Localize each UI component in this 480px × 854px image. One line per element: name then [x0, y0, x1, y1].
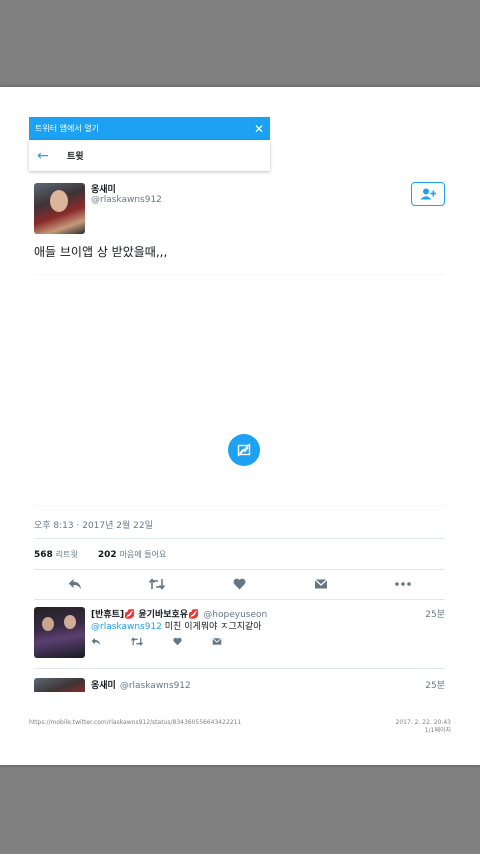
direct-message-icon[interactable]: [212, 637, 222, 646]
print-page: 트위터 앱에서 열기 ✕ ← 트윗 옹새미 @rlaskawns912 애들 브…: [0, 87, 480, 765]
reply-time: 25분: [425, 610, 445, 620]
print-footer-url: https://mobile.twitter.com/rlaskawns912/…: [29, 719, 242, 726]
retweet-label[interactable]: 리트윗: [56, 549, 78, 560]
open-in-app-banner[interactable]: 트위터 앱에서 열기 ✕: [29, 117, 270, 140]
list-item[interactable]: [반휴트]💋 윤기바보호유💋 @hopeyuseon 25분 @rlaskawns…: [34, 607, 445, 667]
divider: [34, 668, 445, 669]
retweet-count[interactable]: 568: [34, 550, 53, 560]
reply-author-handle[interactable]: @rlaskawns912: [120, 681, 191, 691]
follow-button[interactable]: [411, 182, 445, 206]
print-date: 2017. 2. 22. 20:43: [395, 719, 451, 726]
reply-author[interactable]: 옹새미 @rlaskawns912: [91, 678, 191, 691]
reply-text: @rlaskawns912 미친 이게뭐야 ㅈ그지같아: [91, 619, 262, 632]
retweet-icon[interactable]: [131, 637, 143, 646]
heart-icon[interactable]: [173, 637, 182, 646]
divider: [34, 569, 445, 570]
reply-icon[interactable]: [68, 578, 82, 590]
retweet-icon[interactable]: [149, 578, 166, 590]
reply-author-name[interactable]: 옹새미: [91, 681, 116, 691]
divider: [34, 538, 445, 539]
reply-mention[interactable]: @rlaskawns912: [91, 622, 162, 632]
heart-icon[interactable]: [233, 578, 246, 590]
direct-message-icon[interactable]: [314, 578, 328, 590]
page-title: 트윗: [67, 152, 84, 162]
avatar[interactable]: [34, 678, 85, 692]
reply-body: 미친 이게뭐야 ㅈ그지같아: [161, 622, 262, 632]
reply-action-bar: [91, 637, 222, 646]
page-number: 1/1페이지: [424, 727, 451, 735]
reply-time: 25분: [425, 681, 445, 691]
list-item[interactable]: 옹새미 @rlaskawns912 25분: [34, 678, 445, 692]
reply-icon[interactable]: [91, 637, 101, 646]
tweet-stats: 568 리트윗 202 마음에 들어요: [34, 549, 166, 560]
avatar[interactable]: [34, 183, 85, 234]
top-navbar: ← 트윗: [29, 140, 270, 171]
tweet-timestamp: 오후 8:13 · 2017년 2월 22일: [34, 521, 153, 531]
avatar[interactable]: [34, 607, 85, 658]
tweet-author-name[interactable]: 옹새미: [91, 182, 116, 195]
tweet-author-handle[interactable]: @rlaskawns912: [91, 195, 162, 205]
divider: [34, 599, 445, 600]
like-label[interactable]: 마음에 들어요: [120, 549, 167, 560]
like-count[interactable]: 202: [98, 550, 117, 560]
back-arrow-icon[interactable]: ←: [37, 148, 55, 164]
banner-text[interactable]: 트위터 앱에서 열기: [35, 123, 99, 134]
print-footer-date: 2017. 2. 22. 20:43 1/1페이지: [396, 719, 451, 735]
tweet-text: 애들 브이앱 상 받았을때,,,: [34, 245, 168, 259]
tweet-media[interactable]: [34, 274, 445, 506]
close-icon[interactable]: ✕: [254, 123, 264, 135]
media-unavailable-icon[interactable]: [228, 434, 260, 466]
more-icon[interactable]: [395, 582, 411, 586]
add-user-icon: [420, 188, 436, 200]
tweet-action-bar: [34, 574, 445, 594]
